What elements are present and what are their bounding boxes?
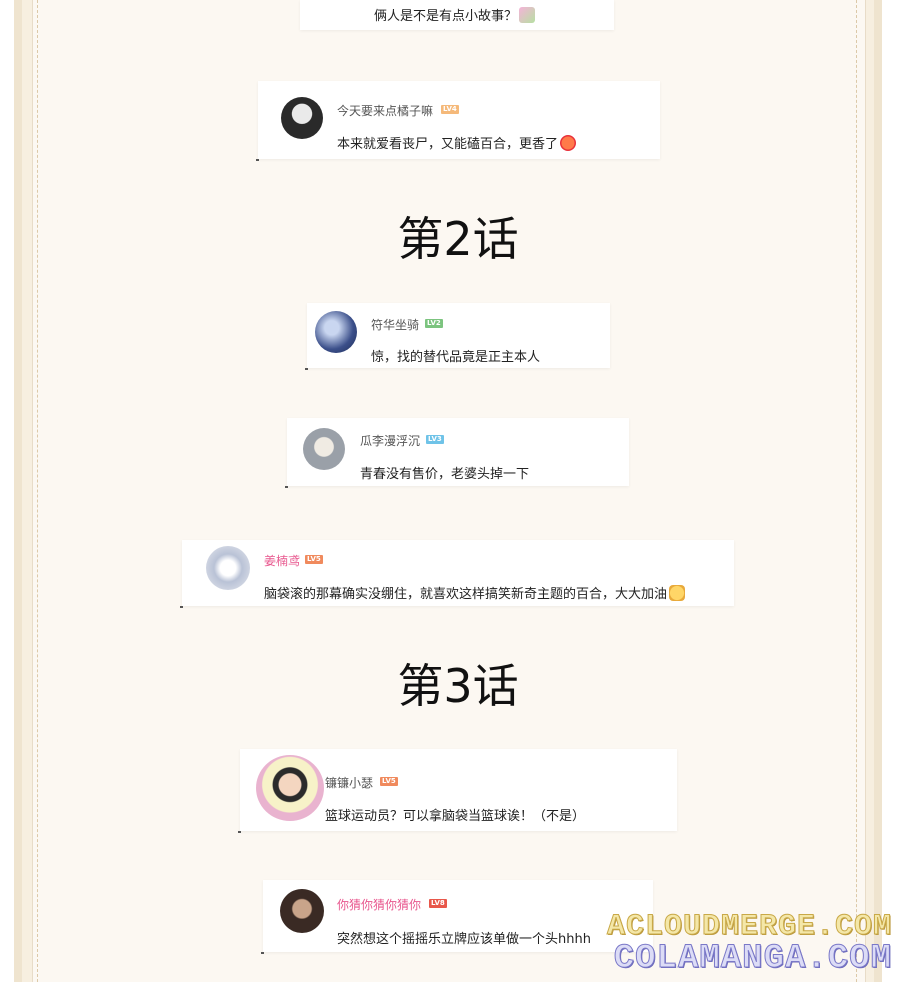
card-corner-mark — [238, 831, 241, 833]
avatar[interactable] — [256, 755, 324, 821]
comment-card: 瓜李漫浮沉 LV3 青春没有售价，老婆头掉一下 — [285, 418, 629, 488]
avatar[interactable] — [281, 97, 323, 139]
comment-username[interactable]: 瓜李漫浮沉 — [360, 432, 420, 449]
comment-card: 镰镰小瑟 LV5 篮球运动员？可以拿脑袋当篮球诶！（不是） — [238, 749, 677, 833]
comment-text: 突然想这个摇摇乐立牌应该单做一个头hhhh — [337, 932, 591, 947]
avatar[interactable] — [280, 889, 324, 933]
level-badge: LV8 — [429, 899, 447, 908]
card-corner-mark — [285, 486, 288, 488]
comment-text: 惊，找的替代品竟是正主本人 — [371, 350, 541, 365]
comment-card: 符华坐骑 LV2 惊，找的替代品竟是正主本人 — [305, 303, 610, 370]
comment-text: 青春没有售价，老婆头掉一下 — [360, 467, 530, 482]
right-dashed-border — [856, 0, 857, 982]
avatar[interactable] — [303, 428, 345, 470]
level-badge: LV4 — [441, 105, 459, 114]
watermark-line-1: ACLOUDMERGE.COM — [606, 910, 892, 945]
comment-username[interactable]: 符华坐骑 — [371, 316, 419, 333]
comment-card: 俩人是不是有点小故事？ — [300, 0, 614, 30]
comment-username[interactable]: 姜楠鸢 — [264, 552, 300, 569]
level-badge: LV5 — [305, 555, 323, 564]
card-corner-mark — [180, 606, 183, 608]
comment-text: 脑袋滚的那幕确实没绷住，就喜欢这样搞笑新奇主题的百合，大大加油 — [264, 583, 686, 602]
comment-username[interactable]: 镰镰小瑟 — [325, 774, 373, 791]
comment-card: 姜楠鸢 LV5 脑袋滚的那幕确实没绷住，就喜欢这样搞笑新奇主题的百合，大大加油 — [180, 540, 734, 608]
level-badge: LV3 — [426, 435, 444, 444]
card-corner-mark — [261, 952, 264, 954]
watermark-line-2: COLAMANGA.COM — [613, 940, 892, 979]
comment-username[interactable]: 你猜你猜你猜你 — [337, 896, 421, 913]
left-dashed-border — [37, 0, 38, 982]
card-corner-mark — [256, 159, 259, 161]
cat-emoji-icon — [669, 585, 686, 601]
heart-face-emoji-icon — [560, 135, 577, 151]
comment-text: 俩人是不是有点小故事？ — [374, 5, 536, 24]
chapter-heading: 第2话 — [397, 212, 519, 266]
avatar[interactable] — [206, 546, 250, 590]
level-badge: LV5 — [380, 777, 398, 786]
gift-emoji-icon — [519, 7, 536, 23]
comment-card: 今天要来点橘子嘛 LV4 本来就爱看丧尸，又能磕百合，更香了 — [256, 81, 660, 161]
comment-text: 篮球运动员？可以拿脑袋当篮球诶！（不是） — [325, 809, 586, 824]
comment-text: 本来就爱看丧尸，又能磕百合，更香了 — [337, 133, 577, 152]
level-badge: LV2 — [425, 319, 443, 328]
chapter-heading: 第3话 — [397, 659, 519, 713]
comment-username[interactable]: 今天要来点橘子嘛 — [337, 102, 433, 119]
comment-card: 你猜你猜你猜你 LV8 突然想这个摇摇乐立牌应该单做一个头hhhh — [261, 880, 653, 954]
avatar[interactable] — [315, 311, 357, 353]
card-corner-mark — [305, 368, 308, 370]
